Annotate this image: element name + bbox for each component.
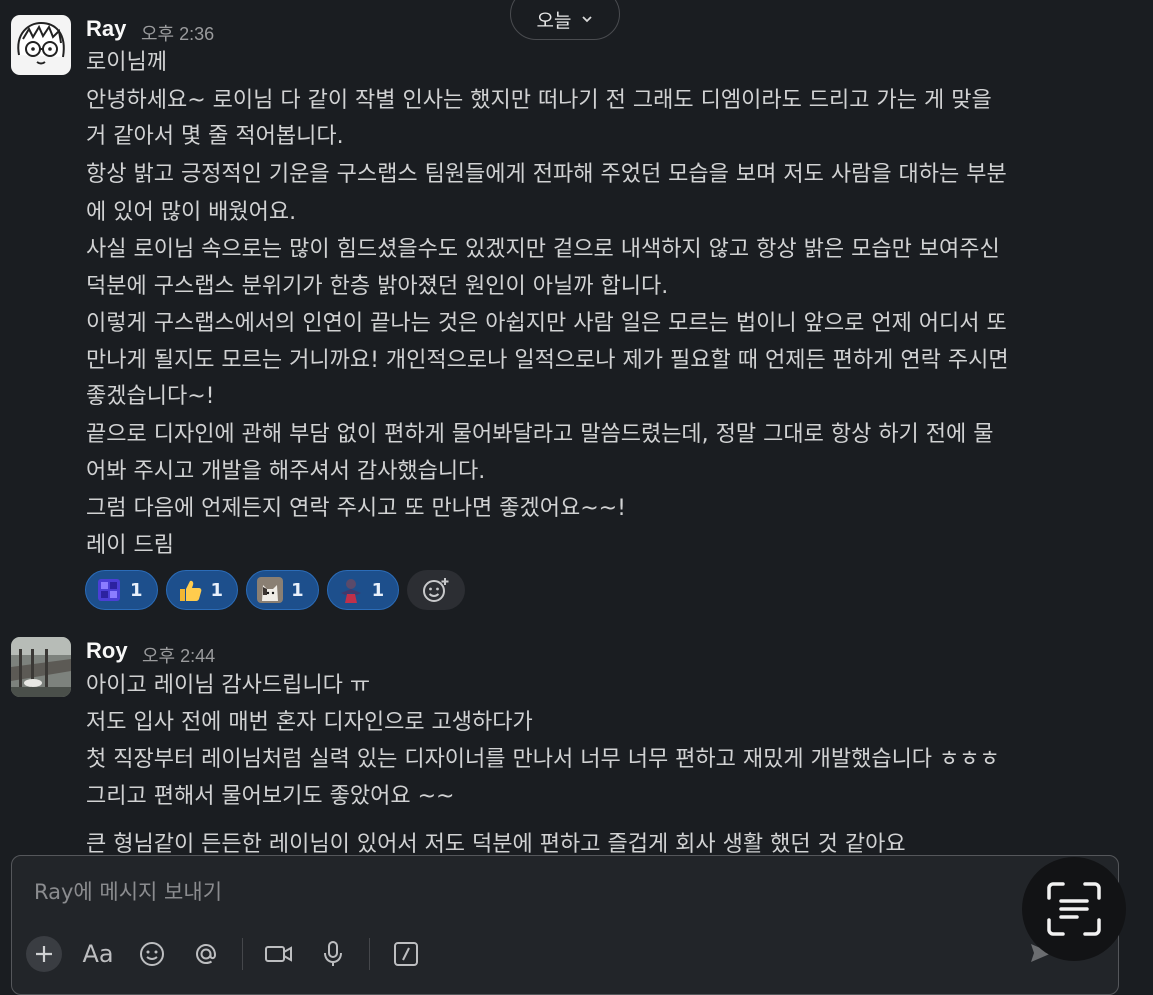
scan-text-icon <box>1047 882 1101 936</box>
reaction-pill[interactable]: 1 <box>326 570 400 610</box>
slash-command-button[interactable] <box>388 936 424 972</box>
message-line: 그리고 편해서 물어보기도 좋았어요 ~~ <box>86 784 455 809</box>
mention-icon <box>195 943 217 965</box>
reaction-count: 1 <box>130 579 143 601</box>
avatar-roy[interactable] <box>11 637 71 697</box>
chevron-down-icon <box>582 16 593 23</box>
add-reaction-button[interactable] <box>407 570 466 610</box>
mention-button[interactable] <box>188 936 224 972</box>
day-divider-label: 오늘 <box>536 9 572 32</box>
reaction-count: 1 <box>371 579 385 601</box>
message-line: 항상 밝고 긍정적인 기운을 구스랩스 팀원들에게 전파해 주었던 모습을 보며… <box>86 162 1007 187</box>
author-name[interactable]: Ray <box>86 16 126 42</box>
slash-command-icon <box>394 942 418 966</box>
cat-emoji-icon <box>257 577 284 603</box>
reaction-pill[interactable]: 1 <box>246 570 319 610</box>
plus-icon <box>36 946 52 962</box>
message-line: 덕분에 구스랩스 분위기가 한층 밝아졌던 원인이 아닐까 합니다. <box>86 274 669 299</box>
message-line: 어봐 주시고 개발을 해주셔서 감사했습니다. <box>86 459 486 484</box>
reaction-count: 1 <box>291 579 304 601</box>
message-line: 그럼 다음에 언제든지 연락 주시고 또 만나면 좋겠어요~~! <box>86 496 626 521</box>
add-emoji-icon <box>423 578 449 602</box>
thumbs-up-emoji-icon <box>177 577 203 603</box>
composer-input[interactable]: Ray에 메시지 보내기 <box>34 876 222 906</box>
toolbar-divider <box>369 938 370 970</box>
text-scan-button[interactable] <box>1022 857 1126 961</box>
emoji-icon <box>140 942 164 966</box>
reaction-pill[interactable]: 1 <box>165 570 239 610</box>
message-line: 안녕하세요~ 로이님 다 같이 작별 인사는 했지만 떠나기 전 그래도 디엠이… <box>86 88 992 113</box>
video-button[interactable] <box>261 936 297 972</box>
plus-button[interactable] <box>26 936 62 972</box>
message-line: 좋겠습니다~! <box>86 384 215 409</box>
message-line: 첫 직장부터 레이님처럼 실력 있는 디자이너를 만나서 너무 너무 편하고 재… <box>86 747 1000 772</box>
message-line: 아이고 레이님 감사드립니다 ㅠ <box>86 673 371 698</box>
message-line: 사실 로이님 속으로는 많이 힘드셨을수도 있겠지만 겉으로 내색하지 않고 항… <box>86 237 1000 262</box>
message-line: 만나게 될지도 모르는 거니까요! 개인적으로나 일적으로나 제가 필요할 때 … <box>86 348 1009 373</box>
message-line: 거 같아서 몇 줄 적어봅니다. <box>86 124 344 149</box>
message-composer[interactable]: Ray에 메시지 보내기 Aa <box>11 855 1119 995</box>
emoji-button[interactable] <box>134 936 170 972</box>
message-line: 끝으로 디자인에 관해 부담 없이 편하게 물어봐달라고 말씀드렸는데, 정말 … <box>86 422 994 447</box>
reaction-pill[interactable]: 1 <box>85 570 158 610</box>
reaction-count: 1 <box>210 579 224 601</box>
format-icon: Aa <box>82 940 114 968</box>
avatar-ray[interactable] <box>11 15 71 75</box>
message-line: 이렇게 구스랩스에서의 인연이 끝나는 것은 아쉽지만 사람 일은 모르는 법이… <box>86 311 1007 336</box>
message-line: 로이님께 <box>86 50 167 75</box>
composer-toolbar: Aa <box>26 936 424 972</box>
reaction-bar: 1 1 1 1 <box>85 570 466 610</box>
grid-emoji-icon <box>96 577 122 603</box>
message-line: 레이 드림 <box>86 533 174 558</box>
format-button[interactable]: Aa <box>80 936 116 972</box>
mic-icon <box>324 941 342 966</box>
person-emoji-icon <box>338 577 364 603</box>
timestamp[interactable]: 오후 2:44 <box>142 642 215 668</box>
video-icon <box>265 946 292 962</box>
mic-button[interactable] <box>315 936 351 972</box>
day-divider-button[interactable]: 오늘 <box>510 0 620 40</box>
timestamp[interactable]: 오후 2:36 <box>141 20 214 46</box>
toolbar-divider <box>242 938 243 970</box>
message-line: 저도 입사 전에 매번 혼자 디자인으로 고생하다가 <box>86 710 533 735</box>
author-name[interactable]: Roy <box>86 638 128 664</box>
message-line: 에 있어 많이 배웠어요. <box>86 200 297 225</box>
